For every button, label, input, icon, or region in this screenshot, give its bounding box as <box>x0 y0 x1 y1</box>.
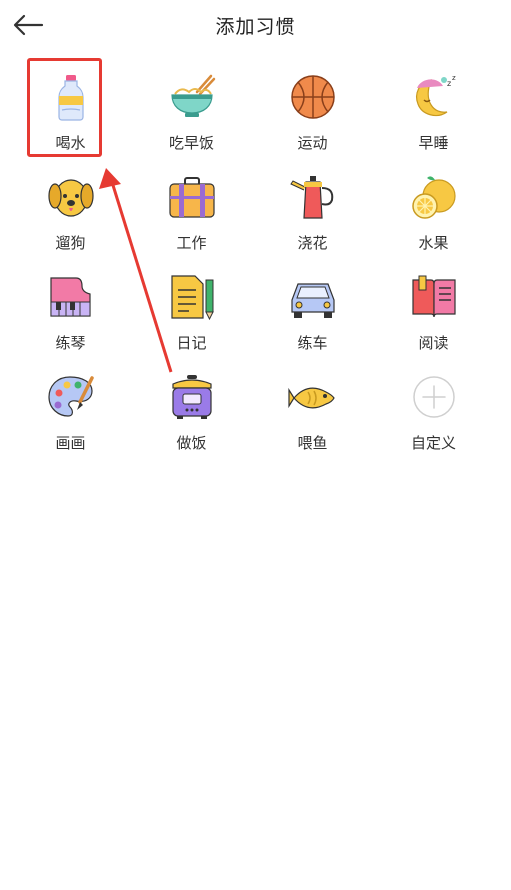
habit-item-custom[interactable]: 自定义 <box>373 360 494 460</box>
dog-icon <box>46 172 96 222</box>
habit-label: 画画 <box>55 434 86 452</box>
fish-icon <box>288 372 338 422</box>
briefcase-icon <box>167 172 217 222</box>
header-bar: 添加习惯 <box>0 0 511 52</box>
habit-item-water[interactable]: 喝水 <box>10 60 131 160</box>
habit-label: 水果 <box>418 234 449 252</box>
notepad-icon <box>167 272 217 322</box>
habit-item-fruit[interactable]: 水果 <box>373 160 494 260</box>
noodle-bowl-icon <box>167 72 217 122</box>
habit-item-work[interactable]: 工作 <box>131 160 252 260</box>
habit-label: 遛狗 <box>55 234 86 252</box>
palette-icon <box>46 372 96 422</box>
habit-label: 练车 <box>297 334 328 352</box>
book-icon <box>409 272 459 322</box>
water-bottle-icon <box>46 72 96 122</box>
habit-label: 做饭 <box>176 434 207 452</box>
car-icon <box>288 272 338 322</box>
habit-label: 浇花 <box>297 234 328 252</box>
habit-label: 早睡 <box>418 134 449 152</box>
habit-label: 工作 <box>176 234 207 252</box>
fruit-icon <box>409 172 459 222</box>
watering-can-icon <box>288 172 338 222</box>
basketball-icon <box>288 72 338 122</box>
habit-item-driving[interactable]: 练车 <box>252 260 373 360</box>
svg-text:z: z <box>447 79 451 88</box>
moon-sleep-icon: z z <box>409 72 459 122</box>
habit-item-water-flowers[interactable]: 浇花 <box>252 160 373 260</box>
habit-label: 自定义 <box>410 434 456 452</box>
habit-item-walk-dog[interactable]: 遛狗 <box>10 160 131 260</box>
piano-icon <box>46 272 96 322</box>
habit-label: 阅读 <box>418 334 449 352</box>
habit-item-feed-fish[interactable]: 喂鱼 <box>252 360 373 460</box>
page-title: 添加习惯 <box>215 16 296 38</box>
habit-item-exercise[interactable]: 运动 <box>252 60 373 160</box>
habit-item-diary[interactable]: 日记 <box>131 260 252 360</box>
cooker-icon <box>167 372 217 422</box>
habit-item-piano[interactable]: 练琴 <box>10 260 131 360</box>
habit-item-sleep[interactable]: z z 早睡 <box>373 60 494 160</box>
habit-label: 喂鱼 <box>297 434 328 452</box>
habit-item-reading[interactable]: 阅读 <box>373 260 494 360</box>
habit-label: 运动 <box>297 134 328 152</box>
plus-circle-icon <box>409 372 459 422</box>
habit-item-painting[interactable]: 画画 <box>10 360 131 460</box>
habit-label: 喝水 <box>55 134 86 152</box>
svg-text:z: z <box>452 74 456 82</box>
habit-label: 练琴 <box>55 334 86 352</box>
habit-item-cooking[interactable]: 做饭 <box>131 360 252 460</box>
habit-label: 吃早饭 <box>168 134 214 152</box>
habit-label: 日记 <box>176 334 207 352</box>
habit-item-breakfast[interactable]: 吃早饭 <box>131 60 252 160</box>
